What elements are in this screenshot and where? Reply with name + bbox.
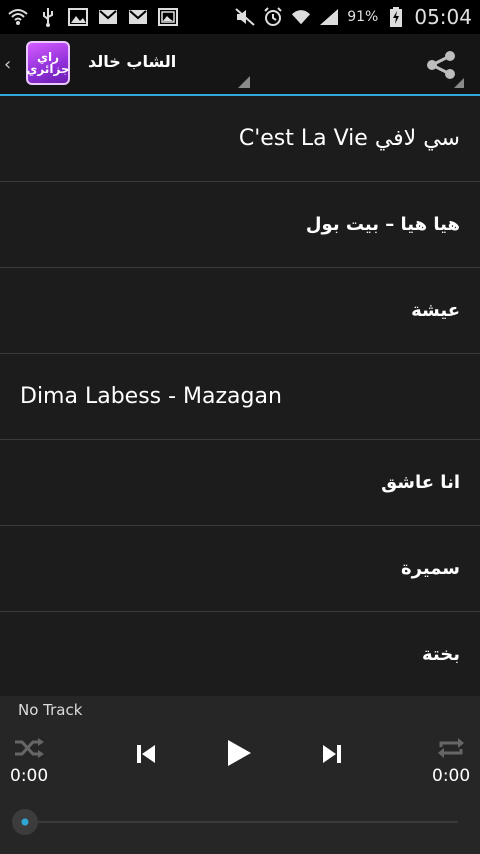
repeat-button[interactable] [436,736,466,760]
list-item[interactable]: سي لافي C'est La Vie [0,96,480,182]
track-title: عيشة [411,300,460,321]
alarm-icon [263,7,283,27]
list-item[interactable]: Dima Labess - Mazagan [0,354,480,440]
cell-signal-icon [319,7,339,27]
page-title[interactable]: الشاب خالد [88,52,176,71]
overflow-indicator-icon [454,78,464,88]
logo-text-line2: جزائري [26,62,70,76]
skip-previous-icon [137,745,155,763]
track-title: انا عاشق [381,472,460,493]
list-item[interactable]: عيشة [0,268,480,354]
up-chevron-icon[interactable]: ‹ [4,54,11,75]
gmail-icon [128,7,148,27]
next-button[interactable] [318,740,346,768]
battery-percent: 91% [347,9,379,25]
track-title: بختة [422,644,460,665]
action-bar: ‹ راي جزائري الشاب خالد [0,34,480,96]
usb-icon [38,7,58,27]
wifi-icon [8,7,28,27]
player-panel: No Track 0:00 0:00 [0,696,480,854]
play-icon [228,740,251,766]
seek-bar-thumb[interactable] [12,809,38,835]
total-time: 0:00 [432,766,471,786]
list-item[interactable]: بختة [0,612,480,696]
image-icon [68,7,88,27]
elapsed-time: 0:00 [10,766,49,786]
track-title: سميرة [401,558,460,579]
track-title: هيا هيا – بيت بول [305,214,460,235]
wifi-signal-icon [291,7,311,27]
app-logo[interactable]: راي جزائري [26,41,70,85]
track-title: سي لافي C'est La Vie [238,126,460,151]
spinner-indicator-icon [238,76,250,88]
share-icon[interactable] [424,50,458,80]
list-item[interactable]: انا عاشق [0,440,480,526]
battery-charging-icon [386,7,406,27]
skip-next-icon [323,745,341,763]
now-playing-label: No Track [18,701,83,719]
previous-button[interactable] [132,740,160,768]
status-bar: 91% 05:04 [0,0,480,34]
gallery-icon [158,7,178,27]
play-button[interactable] [222,736,256,770]
track-title: Dima Labess - Mazagan [20,384,282,409]
list-item[interactable]: هيا هيا – بيت بول [0,182,480,268]
mute-icon [235,7,255,27]
clock: 05:04 [414,5,472,29]
gmail-icon [98,7,118,27]
repeat-icon [438,738,464,758]
shuffle-button[interactable] [12,736,46,760]
shuffle-icon [15,738,44,758]
list-item[interactable]: سميرة [0,526,480,612]
seek-bar[interactable] [22,821,458,823]
track-list: سي لافي C'est La Vie هيا هيا – بيت بول ع… [0,96,480,696]
